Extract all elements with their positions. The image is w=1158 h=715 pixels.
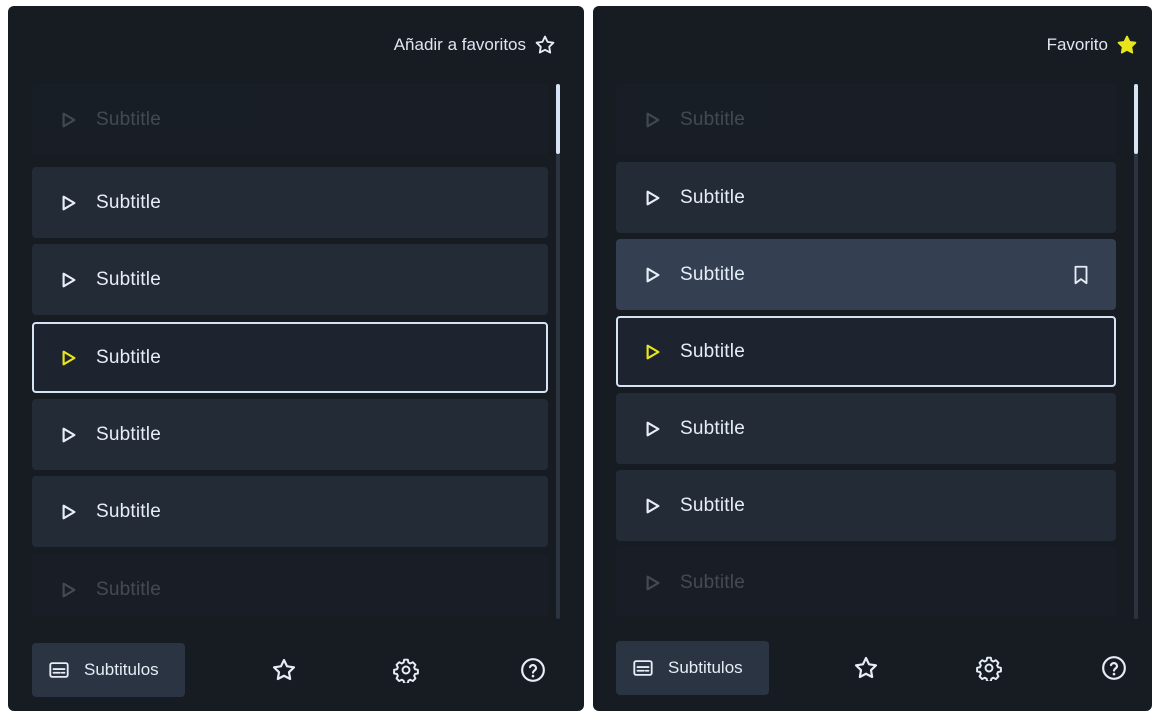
tab-settings[interactable] <box>393 657 419 683</box>
subtitle-list-item-label: Subtitle <box>96 500 161 522</box>
subtitle-list-item-label: Subtitle <box>680 340 745 362</box>
subtitle-panel-right: Favorito Subtitle Subtitle Subtitle Subt… <box>593 6 1152 711</box>
play-icon <box>646 498 660 513</box>
star-filled-icon <box>1117 35 1137 54</box>
tab-settings[interactable] <box>976 655 1002 681</box>
tab-help[interactable] <box>1101 655 1127 681</box>
gear-icon <box>393 658 419 683</box>
tab-subtitles-label: Subtitulos <box>84 660 159 679</box>
star-outline-icon <box>272 658 296 681</box>
star-outline-icon <box>854 656 878 679</box>
subtitle-list-item-label: Subtitle <box>96 268 161 290</box>
subtitles-icon <box>49 662 69 678</box>
subtitle-list-item[interactable]: Subtitle <box>32 554 548 616</box>
subtitle-list: Subtitle Subtitle Subtitle Subtitle Subt… <box>32 84 556 616</box>
play-icon <box>646 112 660 127</box>
subtitle-list-item-hovered[interactable]: Subtitle <box>616 239 1116 310</box>
scrollbar-track[interactable] <box>556 84 560 619</box>
bookmark-icon[interactable] <box>1070 264 1092 286</box>
subtitle-list-item[interactable]: Subtitle <box>32 84 548 155</box>
tab-help[interactable] <box>520 657 546 683</box>
play-icon <box>62 112 76 127</box>
add-to-favorites-button[interactable]: Añadir a favoritos <box>394 34 556 56</box>
play-icon <box>646 575 660 590</box>
play-icon <box>646 190 660 205</box>
subtitle-list-item[interactable]: Subtitle <box>32 399 548 470</box>
subtitle-list-item-label: Subtitle <box>96 578 161 600</box>
scrollbar-track[interactable] <box>1134 84 1138 619</box>
scrollbar-thumb[interactable] <box>1134 84 1138 154</box>
subtitles-icon <box>633 660 653 676</box>
add-to-favorites-label: Añadir a favoritos <box>393 35 526 54</box>
subtitle-list-item[interactable]: Subtitle <box>616 84 1116 155</box>
subtitle-list-item[interactable]: Subtitle <box>616 393 1116 464</box>
subtitle-list-item[interactable]: Subtitle <box>32 476 548 547</box>
favorite-label: Favorito <box>1046 35 1108 54</box>
gear-icon <box>976 656 1002 681</box>
subtitle-list: Subtitle Subtitle Subtitle Subtitle Subt… <box>616 84 1124 616</box>
tab-subtitles[interactable]: Subtitulos <box>32 643 185 697</box>
scrollbar-thumb[interactable] <box>556 84 560 154</box>
play-icon <box>62 427 76 442</box>
subtitle-list-item-selected[interactable]: Subtitle <box>32 322 548 393</box>
bottom-nav: Subtitulos <box>616 641 1138 695</box>
subtitle-list-item-label: Subtitle <box>680 417 745 439</box>
subtitle-list-item-label: Subtitle <box>680 571 745 593</box>
subtitle-list-item[interactable]: Subtitle <box>32 167 548 238</box>
tab-subtitles-label: Subtitulos <box>668 658 743 677</box>
play-icon <box>646 267 660 282</box>
play-icon <box>62 504 76 519</box>
subtitle-list-item[interactable]: Subtitle <box>616 470 1116 541</box>
subtitle-list-item-label: Subtitle <box>96 346 161 368</box>
tab-subtitles[interactable]: Subtitulos <box>616 641 769 695</box>
subtitle-list-item[interactable]: Subtitle <box>616 162 1116 233</box>
subtitle-list-item-label: Subtitle <box>96 423 161 445</box>
subtitle-list-item-label: Subtitle <box>96 191 161 213</box>
subtitle-list-item-selected[interactable]: Subtitle <box>616 316 1116 387</box>
play-icon <box>646 344 660 359</box>
tab-favorites[interactable] <box>271 657 297 683</box>
play-icon <box>62 272 76 287</box>
subtitle-list-item-label: Subtitle <box>680 263 745 285</box>
star-outline-icon <box>535 35 555 54</box>
subtitle-list-item-label: Subtitle <box>680 186 745 208</box>
subtitle-panel-left: Añadir a favoritos Subtitle Subtitle Sub… <box>8 6 584 711</box>
subtitle-list-item-label: Subtitle <box>680 108 745 130</box>
subtitle-list-item-label: Subtitle <box>680 494 745 516</box>
play-icon <box>646 421 660 436</box>
subtitle-list-item[interactable]: Subtitle <box>32 244 548 315</box>
help-icon <box>521 658 545 682</box>
subtitle-list-item-label: Subtitle <box>96 108 161 130</box>
bottom-nav: Subtitulos <box>32 643 560 697</box>
help-icon <box>1102 656 1126 680</box>
play-icon <box>62 195 76 210</box>
subtitle-list-item[interactable]: Subtitle <box>616 547 1116 616</box>
play-icon <box>62 582 76 597</box>
tab-favorites[interactable] <box>853 655 879 681</box>
play-icon <box>62 350 76 365</box>
favorite-toggle-button[interactable]: Favorito <box>1047 34 1138 56</box>
